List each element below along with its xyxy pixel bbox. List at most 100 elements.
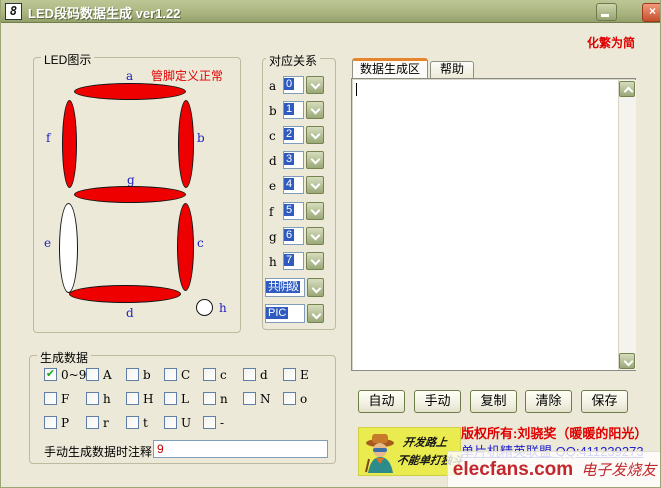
- checkbox-U[interactable]: [164, 416, 177, 429]
- generate-group-title: 生成数据: [37, 349, 91, 366]
- mapping-select-e[interactable]: 4: [283, 176, 304, 194]
- slogan-text: 化繁为简: [587, 34, 635, 51]
- chevron-down-icon: [311, 256, 321, 266]
- mapping-row-label-f: f: [269, 205, 273, 219]
- checkbox-d[interactable]: [243, 368, 256, 381]
- chevron-down-icon: [311, 105, 321, 115]
- checkbox-o[interactable]: [283, 392, 296, 405]
- polarity-dropdown[interactable]: [307, 278, 324, 297]
- mapping-select-g[interactable]: 6: [283, 227, 304, 245]
- segment-label-b: b: [197, 131, 205, 145]
- scroll-up-button[interactable]: [619, 81, 635, 97]
- comment-input[interactable]: [153, 440, 328, 458]
- checkbox-label: H: [143, 392, 153, 406]
- mapping-row-label-c: c: [269, 129, 276, 143]
- checkbox-label: h: [103, 392, 111, 406]
- segment-label-g: g: [127, 173, 135, 187]
- save-button[interactable]: 保存: [581, 390, 628, 413]
- mapping-value-f: 5: [284, 204, 294, 216]
- checkbox-F[interactable]: [44, 392, 57, 405]
- checkbox-dash[interactable]: [203, 416, 216, 429]
- mapping-dropdown-e[interactable]: [306, 176, 324, 194]
- mapping-row-label-d: d: [269, 154, 277, 168]
- chevron-down-icon: [624, 357, 634, 367]
- mapping-dropdown-c[interactable]: [306, 126, 324, 144]
- manual-button[interactable]: 手动: [414, 390, 461, 413]
- app-window: 8 LED段码数据生成 ver1.22 × 化繁为简 LED图示 管脚定义正常 …: [0, 0, 661, 488]
- mapping-select-d[interactable]: 3: [283, 151, 304, 169]
- checkbox-0-9[interactable]: ✔: [44, 368, 57, 381]
- clear-button[interactable]: 清除: [525, 390, 572, 413]
- led-segment-f[interactable]: [62, 100, 77, 188]
- checkbox-n[interactable]: [203, 392, 216, 405]
- mapping-value-h: 7: [284, 254, 294, 266]
- segment-label-a: a: [126, 69, 133, 83]
- mapping-dropdown-g[interactable]: [306, 227, 324, 245]
- checkbox-label: n: [220, 392, 228, 406]
- text-caret: [356, 83, 357, 96]
- checkbox-label: P: [61, 416, 69, 430]
- checkbox-label: d: [260, 368, 268, 382]
- auto-button[interactable]: 自动: [358, 390, 405, 413]
- scrollbar[interactable]: [618, 80, 636, 370]
- checkbox-E[interactable]: [283, 368, 296, 381]
- mapping-row-label-b: b: [269, 104, 277, 118]
- mapping-dropdown-a[interactable]: [306, 76, 324, 94]
- mapping-select-b[interactable]: 1: [283, 101, 304, 119]
- mapping-dropdown-d[interactable]: [306, 151, 324, 169]
- mapping-row-label-e: e: [269, 179, 276, 193]
- scroll-down-button[interactable]: [619, 353, 635, 369]
- close-button[interactable]: ×: [642, 3, 661, 22]
- checkbox-label: r: [103, 416, 109, 430]
- checkbox-N[interactable]: [243, 392, 256, 405]
- copy-button[interactable]: 复制: [470, 390, 517, 413]
- mapping-select-a[interactable]: 0: [283, 76, 304, 94]
- mapping-value-b: 1: [284, 103, 294, 115]
- checkbox-A[interactable]: [86, 368, 99, 381]
- mapping-dropdown-h[interactable]: [306, 252, 324, 270]
- led-segment-e[interactable]: [59, 203, 78, 293]
- led-segment-a[interactable]: [74, 83, 186, 100]
- checkbox-C[interactable]: [164, 368, 177, 381]
- chip-dropdown[interactable]: [307, 304, 324, 323]
- checkbox-h[interactable]: [86, 392, 99, 405]
- copyright-text: 版权所有:刘骁奖（暖暖的阳光）: [461, 423, 647, 442]
- mapping-row-label-g: g: [269, 230, 277, 244]
- watermark-brand-text: elecfans.com: [453, 459, 573, 481]
- output-textarea[interactable]: [351, 78, 636, 371]
- checkbox-P[interactable]: [44, 416, 57, 429]
- mapping-select-f[interactable]: 5: [283, 202, 304, 220]
- tab-data-output[interactable]: 数据生成区: [352, 58, 428, 78]
- mapping-select-c[interactable]: 2: [283, 126, 304, 144]
- tab-help[interactable]: 帮助: [430, 61, 474, 78]
- chevron-down-icon: [311, 180, 321, 190]
- chevron-down-icon: [311, 206, 321, 216]
- banner-line1: 开发路上: [402, 434, 448, 450]
- led-segment-b[interactable]: [178, 100, 194, 188]
- chevron-down-icon: [311, 80, 321, 90]
- mapping-group-title: 对应关系: [266, 52, 320, 69]
- checkbox-L[interactable]: [164, 392, 177, 405]
- polarity-select[interactable]: 共阴级: [265, 278, 305, 297]
- segment-label-h: h: [219, 301, 227, 315]
- comment-label: 手动生成数据时注释: [44, 443, 152, 460]
- mapping-dropdown-f[interactable]: [306, 202, 324, 220]
- chip-select[interactable]: PIC: [265, 304, 305, 323]
- cowboy-mascot-icon: [363, 431, 399, 475]
- checkbox-r[interactable]: [86, 416, 99, 429]
- mapping-value-g: 6: [284, 229, 294, 241]
- led-segment-g[interactable]: [74, 186, 186, 203]
- checkbox-label: E: [300, 368, 309, 382]
- checkbox-c[interactable]: [203, 368, 216, 381]
- checkbox-b[interactable]: [126, 368, 139, 381]
- led-segment-h[interactable]: [196, 299, 213, 316]
- app-icon: 8: [5, 3, 22, 20]
- mapping-select-h[interactable]: 7: [283, 252, 304, 270]
- checkbox-H[interactable]: [126, 392, 139, 405]
- led-diagram-group-title: LED图示: [41, 51, 94, 68]
- checkbox-t[interactable]: [126, 416, 139, 429]
- led-segment-c[interactable]: [177, 203, 194, 291]
- mapping-dropdown-b[interactable]: [306, 101, 324, 119]
- minimize-button[interactable]: [596, 3, 617, 21]
- led-segment-d[interactable]: [69, 285, 181, 303]
